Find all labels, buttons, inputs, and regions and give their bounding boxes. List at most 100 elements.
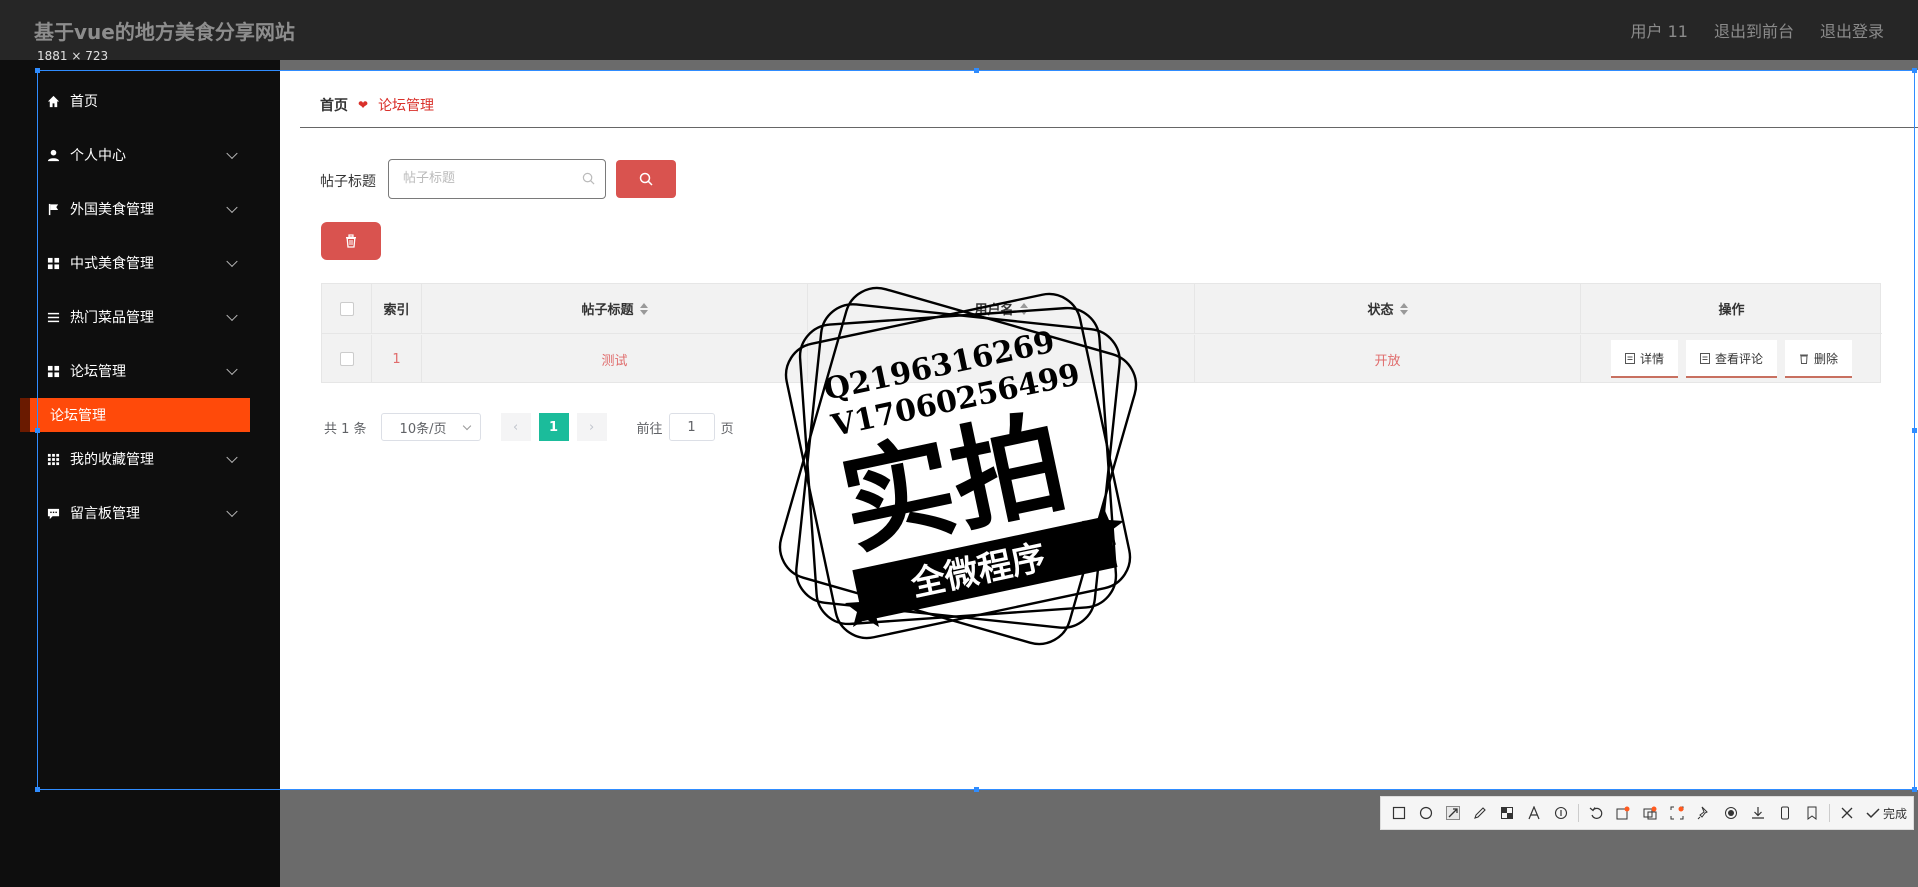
search-input[interactable] — [403, 160, 583, 196]
sidebar-item-message-board[interactable]: 留言板管理 — [0, 486, 280, 540]
flag-icon — [46, 202, 60, 216]
breadcrumb-home[interactable]: 首页 — [320, 95, 348, 115]
goto-page-input[interactable]: 1 — [668, 413, 715, 441]
table-row: 1 测试 开放 详情 查看评论 删除 — [322, 335, 1882, 383]
header-status[interactable]: 状态 — [1195, 284, 1581, 333]
long-screenshot-icon[interactable] — [1665, 801, 1689, 825]
mosaic-icon[interactable] — [1495, 801, 1519, 825]
sort-icon[interactable] — [639, 302, 648, 315]
detail-button[interactable]: 详情 — [1610, 340, 1678, 378]
chevron-down-icon — [226, 309, 238, 322]
row-actions: 详情 查看评论 删除 — [1610, 340, 1853, 378]
header-username[interactable]: 用户名 — [808, 284, 1195, 333]
undo-icon[interactable] — [1584, 801, 1608, 825]
main-content: 首页 ❤ 论坛管理 帖子标题 索引 帖子标题 用户名 状态 操作 1 测试 开放 — [280, 70, 1918, 790]
logout-link[interactable]: 退出登录 — [1820, 18, 1884, 42]
chevron-down-icon — [462, 421, 471, 431]
breadcrumb-divider — [300, 127, 1918, 128]
site-title: 基于vue的地方美食分享网站 — [34, 19, 295, 44]
search-label: 帖子标题 — [320, 174, 376, 190]
circle-icon[interactable] — [1414, 801, 1438, 825]
sidebar-item-label: 首页 — [70, 94, 98, 110]
sidebar-item-label: 留言板管理 — [70, 506, 140, 522]
prev-page-button[interactable]: ‹ — [500, 413, 531, 441]
sidebar-item-home[interactable]: 首页 — [0, 74, 280, 128]
exit-frontend-link[interactable]: 退出到前台 — [1714, 18, 1794, 42]
sort-icon[interactable] — [1399, 302, 1408, 315]
download-icon[interactable] — [1746, 801, 1770, 825]
breadcrumb: 首页 ❤ 论坛管理 — [320, 95, 434, 115]
search-button[interactable] — [616, 160, 676, 198]
sidebar-item-favorites[interactable]: 我的收藏管理 — [0, 432, 280, 486]
batch-delete-button[interactable] — [321, 222, 381, 260]
select-all-checkbox[interactable] — [339, 301, 354, 316]
search-field — [388, 159, 606, 199]
done-button[interactable]: 完成 — [1866, 805, 1907, 822]
document-icon — [1699, 352, 1710, 364]
document-icon — [1624, 352, 1635, 364]
apps-icon — [46, 452, 60, 466]
grid-icon — [46, 256, 60, 270]
sidebar-item-label: 外国美食管理 — [70, 202, 154, 218]
bookmark-icon[interactable] — [1800, 801, 1824, 825]
sidebar-item-label: 论坛管理 — [70, 364, 126, 380]
breadcrumb-current: 论坛管理 — [378, 98, 435, 114]
pin-icon[interactable] — [1692, 801, 1716, 825]
goto-page: 前往 1 页 — [637, 413, 734, 441]
capture-size-label: 1881 × 723 — [37, 49, 109, 63]
page-size-select[interactable]: 10条/页 — [380, 413, 481, 441]
trash-icon — [1800, 354, 1808, 364]
row-status: 开放 — [1195, 335, 1581, 383]
row-checkbox[interactable] — [339, 352, 354, 366]
sidebar-item-hot-dishes[interactable]: 热门菜品管理 — [0, 290, 280, 344]
grid-icon — [46, 364, 60, 378]
chevron-down-icon — [226, 255, 238, 268]
pencil-icon[interactable] — [1468, 801, 1492, 825]
record-icon[interactable] — [1719, 801, 1743, 825]
header-index: 索引 — [372, 284, 422, 333]
row-username — [808, 335, 1195, 383]
ocr-icon[interactable] — [1611, 801, 1635, 825]
sidebar-item-label: 我的收藏管理 — [70, 452, 154, 468]
table-header-row: 索引 帖子标题 用户名 状态 操作 — [322, 284, 1882, 334]
chevron-down-icon — [226, 451, 238, 464]
close-icon[interactable] — [1835, 801, 1859, 825]
header-links: 用户 11 退出到前台 退出登录 — [1631, 18, 1884, 42]
header-title[interactable]: 帖子标题 — [422, 284, 808, 333]
heart-icon: ❤ — [358, 98, 369, 112]
delete-button[interactable]: 删除 — [1785, 340, 1853, 378]
translate-icon[interactable] — [1638, 801, 1662, 825]
view-comments-button[interactable]: 查看评论 — [1685, 340, 1777, 378]
sidebar-item-personal[interactable]: 个人中心 — [0, 128, 280, 182]
next-page-button[interactable]: › — [576, 413, 607, 441]
pagination: 共 1 条 10条/页 ‹ 1 › 前往 1 页 — [324, 413, 734, 441]
chevron-down-icon — [226, 147, 238, 160]
message-icon — [46, 506, 60, 520]
chevron-down-icon — [226, 201, 238, 214]
goto-suffix: 页 — [720, 421, 734, 437]
arrow-icon[interactable] — [1441, 801, 1465, 825]
sidebar-item-label: 个人中心 — [70, 148, 126, 164]
user-label[interactable]: 用户 11 — [1631, 18, 1688, 42]
number-marker-icon[interactable] — [1549, 801, 1573, 825]
sidebar-subitem-forum-management[interactable]: 论坛管理 — [20, 398, 250, 432]
sidebar-item-chinese-food[interactable]: 中式美食管理 — [0, 236, 280, 290]
chevron-down-icon — [226, 363, 238, 376]
sidebar-item-foreign-food[interactable]: 外国美食管理 — [0, 182, 280, 236]
sidebar-item-forum[interactable]: 论坛管理 — [0, 344, 280, 398]
row-title: 测试 — [422, 335, 808, 383]
sort-icon[interactable] — [1019, 302, 1028, 315]
top-header: 基于vue的地方美食分享网站 用户 11 退出到前台 退出登录 — [0, 0, 1918, 60]
list-icon — [46, 310, 60, 324]
pagination-total: 共 1 条 — [324, 421, 367, 437]
rectangle-icon[interactable] — [1387, 801, 1411, 825]
sidebar-item-label: 热门菜品管理 — [70, 310, 154, 326]
text-icon[interactable] — [1522, 801, 1546, 825]
phone-icon[interactable] — [1773, 801, 1797, 825]
capture-toolbar: 完成 — [1380, 796, 1914, 830]
sidebar: 首页 个人中心 外国美食管理 中式美食管理 热门菜品管理 论坛管理 论坛管理 我… — [0, 60, 280, 887]
user-icon — [46, 148, 60, 162]
sidebar-item-label: 中式美食管理 — [70, 256, 154, 272]
page-number-current[interactable]: 1 — [538, 413, 569, 441]
home-icon — [46, 94, 60, 108]
